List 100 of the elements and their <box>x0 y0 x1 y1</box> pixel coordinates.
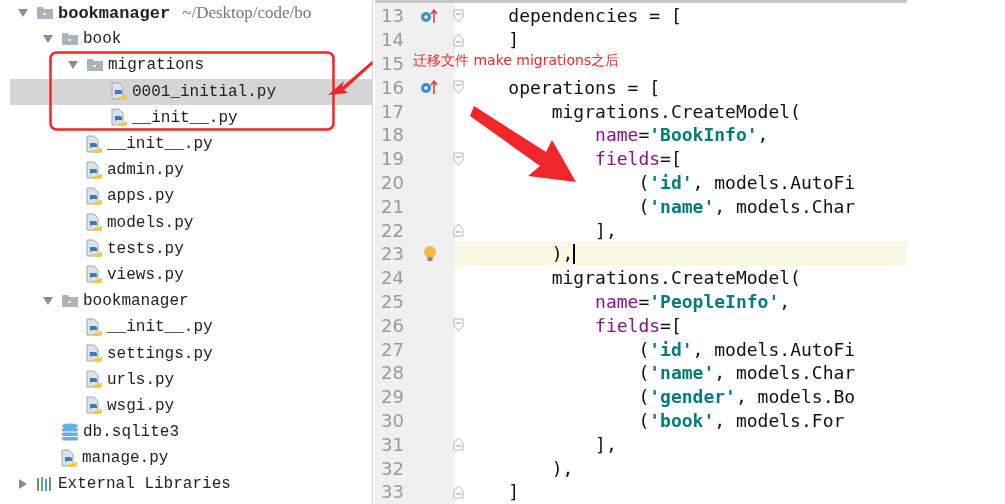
code-line: ('id', models.AutoFi <box>637 171 856 193</box>
tree-item[interactable]: views.py <box>10 261 372 289</box>
line-number: 29 <box>380 386 405 408</box>
code-line: ), <box>550 243 574 265</box>
fold-marker-icon[interactable] <box>452 80 464 95</box>
tree-item[interactable]: models.py <box>10 209 372 236</box>
tree-item-label: admin.py <box>107 161 184 180</box>
line-number: 19 <box>380 148 405 170</box>
tree-item-label: 0001_initial.py <box>132 82 277 101</box>
folder-icon <box>86 58 104 73</box>
line-number: 14 <box>380 29 405 51</box>
tree-item[interactable]: apps.py <box>10 183 372 210</box>
expand-arrow-icon[interactable] <box>18 478 28 491</box>
tree-item-label: manage.py <box>82 449 169 468</box>
fold-marker-icon[interactable] <box>452 8 464 23</box>
code-line: operations = [ <box>507 76 661 98</box>
code-line: ], <box>594 219 617 241</box>
tree-item[interactable]: wsgi.py <box>10 392 372 419</box>
code-line: ('id', models.AutoFi <box>637 338 856 360</box>
tree-item-label: db.sqlite3 <box>83 423 179 442</box>
python-file-icon <box>86 213 103 233</box>
fold-marker-icon[interactable] <box>452 318 464 333</box>
code-line: ('name', models.Char <box>637 362 856 384</box>
line-number: 25 <box>380 290 405 312</box>
tree-item[interactable]: book <box>10 26 372 53</box>
line-number: 31 <box>380 433 405 455</box>
library-icon <box>36 476 54 493</box>
tree-item[interactable]: bookmanager <box>10 288 372 315</box>
tree-item[interactable]: migrations <box>10 52 372 79</box>
tree-item-label: models.py <box>107 213 194 232</box>
database-icon <box>61 423 79 442</box>
code-line: name='PeopleInfo', <box>594 290 791 312</box>
code-line: ('gender', models.Bo <box>637 386 856 408</box>
code-line: dependencies = [ <box>507 5 682 27</box>
collapse-arrow-icon[interactable] <box>42 34 54 45</box>
python-file-icon <box>86 317 103 337</box>
fold-marker-icon[interactable] <box>452 151 464 166</box>
tree-item[interactable]: admin.py <box>10 157 372 184</box>
line-number: 23 <box>380 243 405 265</box>
tree-item-label: migrations <box>108 56 204 75</box>
line-number: 22 <box>380 219 405 241</box>
collapse-arrow-icon[interactable] <box>42 296 54 307</box>
code-line: ], <box>594 433 617 455</box>
override-marker-icon[interactable] <box>420 7 440 24</box>
fold-marker-icon[interactable] <box>452 223 464 238</box>
tree-item-label: __init__.py <box>132 108 238 127</box>
tree-item[interactable]: 0001_initial.py <box>10 78 372 105</box>
tree-item-label: book <box>83 30 122 49</box>
tree-item[interactable]: urls.py <box>10 366 372 393</box>
code-line: migrations.CreateModel( <box>550 100 801 122</box>
code-line: name='BookInfo', <box>594 124 769 146</box>
code-line: fields=[ <box>594 148 682 170</box>
folder-icon <box>61 32 79 47</box>
python-file-icon <box>86 396 103 416</box>
code-line: ] <box>507 481 520 503</box>
python-file-icon <box>111 82 128 102</box>
tree-item[interactable]: manage.py <box>10 445 372 472</box>
line-number: 20 <box>380 171 405 193</box>
line-number: 24 <box>380 267 405 289</box>
line-number: 15 <box>380 53 405 74</box>
line-number: 13 <box>380 5 405 27</box>
tree-item-label: __init__.py <box>107 135 213 154</box>
folder-icon <box>61 294 79 309</box>
tree-item[interactable]: __init__.py <box>10 104 372 131</box>
lightbulb-icon[interactable] <box>423 244 437 263</box>
code-line: migrations.CreateModel( <box>550 267 801 289</box>
tree-item-label: urls.py <box>107 370 175 389</box>
line-number: 21 <box>380 195 405 217</box>
tree-item[interactable]: tests.py <box>10 235 372 262</box>
line-number: 27 <box>380 338 405 360</box>
annotation-text: 迁移文件 make migrations之后 <box>413 52 620 70</box>
tree-item[interactable]: db.sqlite3 <box>10 419 372 446</box>
line-number: 18 <box>380 124 405 146</box>
tree-item[interactable]: __init__.py <box>10 130 372 158</box>
collapse-arrow-icon[interactable] <box>17 8 29 19</box>
python-file-icon <box>86 160 103 180</box>
tree-item[interactable]: __init__.py <box>10 314 372 341</box>
fold-marker-icon[interactable] <box>452 437 464 452</box>
tree-item-label: External Libraries <box>58 475 231 494</box>
tree-item-label: apps.py <box>107 187 175 206</box>
line-number: 16 <box>380 76 405 98</box>
line-number: 26 <box>380 314 405 336</box>
tree-item[interactable]: External Libraries <box>10 471 372 498</box>
code-line: ('name', models.Char <box>637 195 856 217</box>
tree-item-label: settings.py <box>107 344 213 363</box>
python-file-icon <box>86 186 103 206</box>
line-number: 33 <box>380 481 405 503</box>
tree-item[interactable]: bookmanager ~/Desktop/code/bo <box>10 0 372 27</box>
tree-item-label: bookmanager <box>58 3 171 23</box>
fold-marker-icon[interactable] <box>452 32 464 47</box>
tree-item-label: wsgi.py <box>107 396 175 415</box>
python-file-icon <box>86 370 103 390</box>
python-file-icon <box>86 265 103 285</box>
fold-marker-icon[interactable] <box>452 484 464 499</box>
project-path: ~/Desktop/code/bo <box>182 3 312 24</box>
tree-item[interactable]: settings.py <box>10 340 372 367</box>
collapse-arrow-icon[interactable] <box>67 60 79 71</box>
tree-item-label: tests.py <box>107 239 184 258</box>
code-line: ] <box>507 29 520 51</box>
override-marker-icon[interactable] <box>420 79 440 96</box>
